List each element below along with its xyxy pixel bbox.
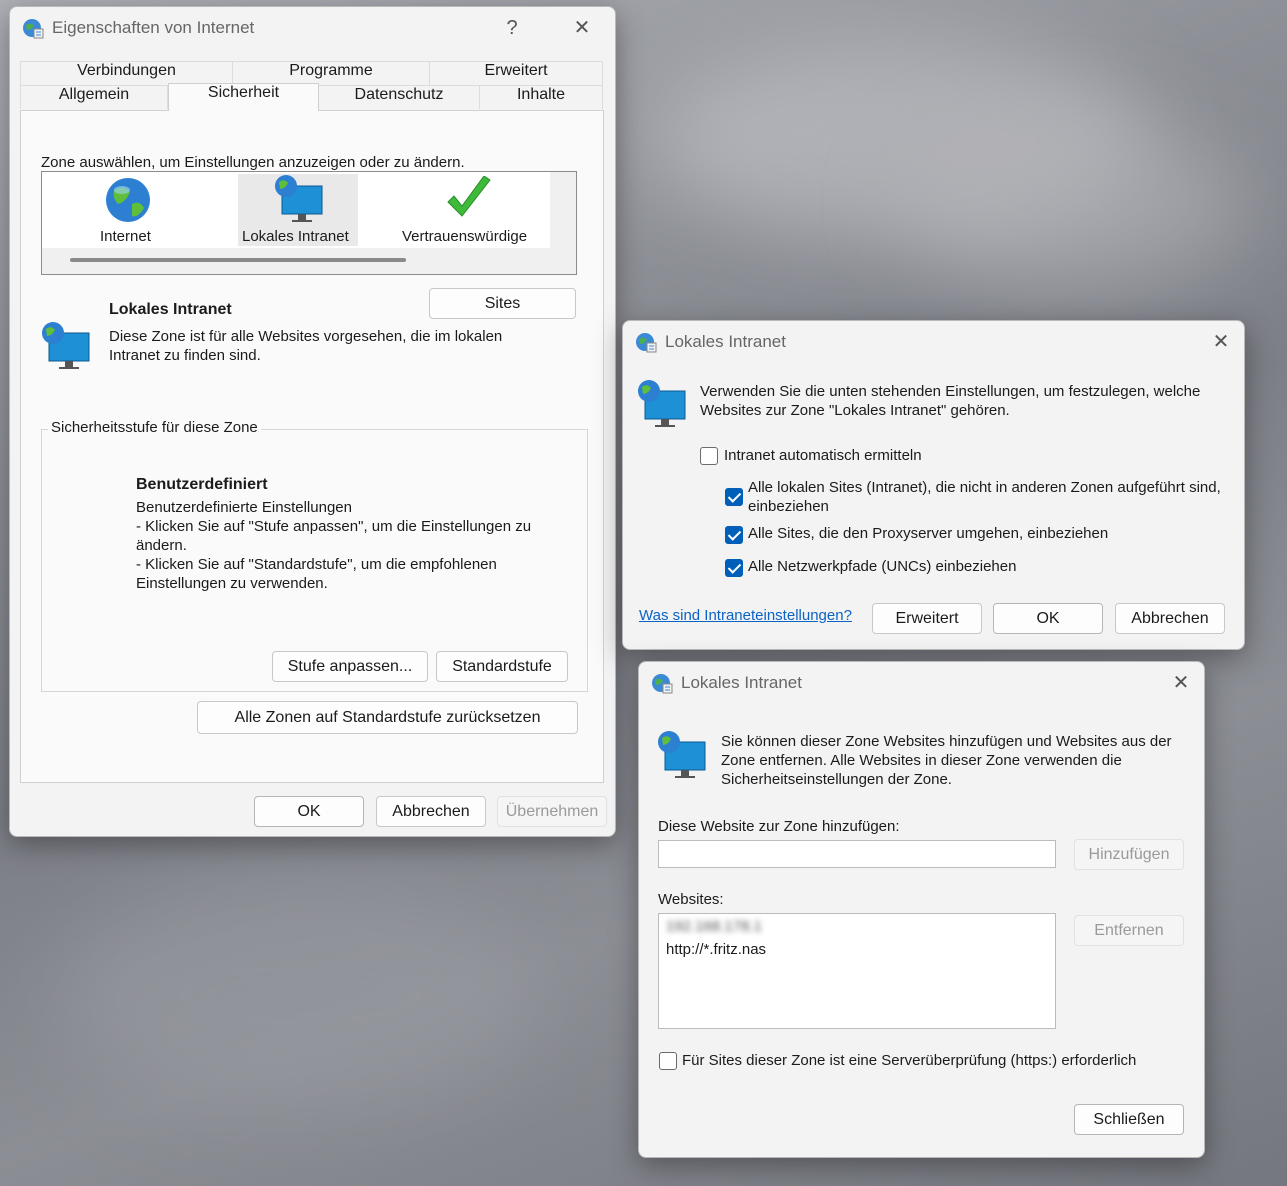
- tab-content[interactable]: Inhalte: [480, 85, 603, 109]
- security-level-group: Sicherheitsstufe für diese Zone Benutzer…: [41, 419, 588, 692]
- intranet-icon: [658, 731, 706, 778]
- help-button[interactable]: ?: [497, 15, 527, 41]
- globe-icon: [106, 178, 150, 222]
- tab-label: Sicherheit: [207, 84, 280, 101]
- reset-all-zones-button[interactable]: Alle Zonen auf Standardstufe zurücksetze…: [197, 701, 578, 734]
- sites-dialog: Lokales Intranet ✕ Sie können dieser Zon…: [638, 661, 1205, 1158]
- zone-description: Diese Zone ist für alle Websites vorgese…: [109, 328, 503, 364]
- sky-cloud: [900, 120, 1250, 290]
- internet-options-icon: [23, 19, 44, 39]
- internet-options-icon: [652, 674, 673, 694]
- close-button[interactable]: ✕: [1166, 670, 1196, 696]
- unc-paths-checkbox[interactable]: [725, 559, 743, 577]
- cancel-button[interactable]: Abbrechen: [1115, 603, 1225, 634]
- tab-label: Inhalte: [516, 86, 566, 103]
- website-entry[interactable]: 192.168.178.1: [666, 918, 762, 935]
- apply-button[interactable]: Übernehmen: [497, 796, 607, 827]
- zone-label: Lokales Intranet: [242, 228, 349, 245]
- zone-heading: Lokales Intranet: [109, 301, 232, 318]
- tab-label: Datenschutz: [354, 86, 444, 103]
- intranet-icon: [42, 322, 90, 369]
- zone-label: Vertrauenswürdige: [402, 228, 528, 245]
- dialog-description: Verwenden Sie die unten stehenden Einste…: [700, 383, 1201, 419]
- add-button[interactable]: Hinzufügen: [1074, 839, 1184, 870]
- tab-label: Allgemein: [58, 86, 130, 103]
- ok-button[interactable]: OK: [993, 603, 1103, 634]
- sky-cloud: [60, 880, 540, 1110]
- websites-label: Websites:: [658, 891, 724, 908]
- zone-label: Internet: [100, 228, 151, 245]
- https-required-checkbox[interactable]: [659, 1052, 677, 1070]
- advanced-button[interactable]: Erweitert: [872, 603, 982, 634]
- close-button[interactable]: ✕: [1206, 329, 1236, 355]
- default-level-button[interactable]: Standardstufe: [436, 651, 568, 682]
- internet-options-window: Eigenschaften von Internet ? ✕ Verbindun…: [9, 6, 616, 837]
- title-bar: Eigenschaften von Internet ? ✕: [10, 7, 615, 49]
- tab-label: Programme: [289, 62, 373, 79]
- remove-button[interactable]: Entfernen: [1074, 915, 1184, 946]
- zone-list-scrollbar[interactable]: [70, 258, 406, 262]
- cancel-button[interactable]: Abbrechen: [376, 796, 486, 827]
- tab-advanced[interactable]: Erweitert: [430, 61, 603, 85]
- level-line: ändern.: [136, 537, 187, 554]
- dialog-title: Lokales Intranet: [665, 332, 786, 351]
- zone-list: Internet Lokales Intranet Vertrauenswürd…: [41, 171, 577, 275]
- zone-local-intranet[interactable]: Lokales Intranet: [238, 174, 358, 246]
- local-sites-checkbox[interactable]: [725, 488, 743, 506]
- tab-label: Erweitert: [484, 62, 548, 79]
- window-title: Eigenschaften von Internet: [52, 18, 255, 37]
- checkmark-icon: [447, 176, 491, 217]
- bypass-proxy-label: Alle Sites, die den Proxyserver umgehen,…: [748, 525, 1109, 542]
- level-line: - Klicken Sie auf "Standardstufe", um di…: [136, 556, 497, 573]
- intranet-settings-dialog: Lokales Intranet ✕ Verwenden Sie die unt…: [622, 320, 1245, 650]
- https-required-label: Für Sites dieser Zone ist eine Serverübe…: [682, 1052, 1137, 1069]
- zone-prompt: Zone auswählen, um Einstellungen anzuzei…: [41, 154, 465, 171]
- help-link[interactable]: Was sind Intraneteinstellungen?: [639, 607, 852, 624]
- auto-detect-label: Intranet automatisch ermitteln: [724, 447, 922, 464]
- zone-internet[interactable]: Internet: [82, 174, 174, 246]
- websites-list[interactable]: 192.168.178.1 http://*.fritz.nas: [658, 913, 1056, 1029]
- tab-label: Verbindungen: [77, 62, 176, 79]
- tab-connections[interactable]: Verbindungen: [20, 61, 233, 85]
- zone-trusted[interactable]: Vertrauenswürdige: [400, 174, 540, 246]
- title-bar: Lokales Intranet ✕: [639, 662, 1204, 704]
- intranet-icon: [275, 175, 323, 222]
- title-bar: Lokales Intranet ✕: [623, 321, 1244, 363]
- add-site-input[interactable]: [658, 840, 1056, 868]
- add-site-label: Diese Website zur Zone hinzufügen:: [658, 818, 900, 835]
- level-line: Einstellungen zu verwenden.: [136, 575, 328, 592]
- tab-programs[interactable]: Programme: [233, 61, 430, 85]
- tab-privacy[interactable]: Datenschutz: [319, 85, 480, 109]
- close-button[interactable]: ✕: [567, 15, 597, 41]
- level-line: - Klicken Sie auf "Stufe anpassen", um d…: [136, 518, 532, 535]
- security-tab-panel: Zone auswählen, um Einstellungen anzuzei…: [20, 110, 604, 783]
- auto-detect-checkbox[interactable]: [700, 447, 718, 465]
- level-title: Benutzerdefiniert: [136, 476, 268, 493]
- unc-paths-label: Alle Netzwerkpfade (UNCs) einbeziehen: [748, 558, 1017, 575]
- dialog-title: Lokales Intranet: [681, 673, 802, 692]
- group-label: Sicherheitsstufe für diese Zone: [48, 419, 261, 436]
- sites-button[interactable]: Sites: [429, 288, 576, 319]
- internet-options-icon: [636, 333, 657, 353]
- local-sites-label: Alle lokalen Sites (Intranet), die nicht…: [748, 479, 1221, 515]
- ok-button[interactable]: OK: [254, 796, 364, 827]
- custom-level-button[interactable]: Stufe anpassen...: [272, 651, 428, 682]
- tab-security[interactable]: Sicherheit: [168, 83, 319, 111]
- bypass-proxy-checkbox[interactable]: [725, 526, 743, 544]
- tab-general[interactable]: Allgemein: [20, 85, 168, 109]
- website-entry[interactable]: http://*.fritz.nas: [666, 941, 766, 958]
- dialog-description: Sie können dieser Zone Websites hinzufüg…: [721, 733, 1172, 788]
- level-line: Benutzerdefinierte Einstellungen: [136, 499, 352, 516]
- intranet-icon: [638, 380, 686, 427]
- close-dialog-button[interactable]: Schließen: [1074, 1104, 1184, 1135]
